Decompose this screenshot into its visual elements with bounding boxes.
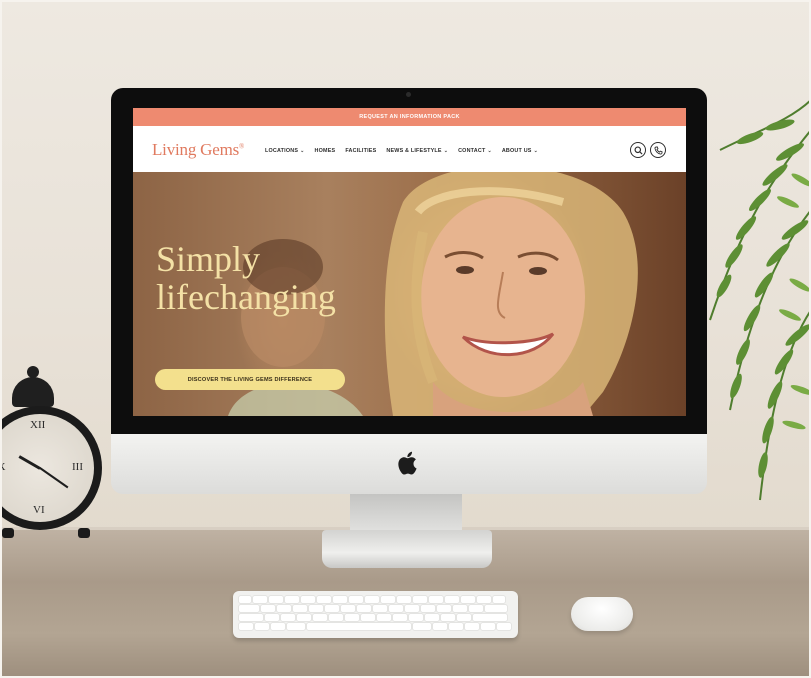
search-icon [633,145,643,155]
site-header: Living Gems® LOCATIONS ⌄ HOMES FACILITIE… [133,126,686,172]
phone-button[interactable] [650,142,666,158]
nav-item-news-lifestyle[interactable]: NEWS & LIFESTYLE ⌄ [386,148,448,154]
chevron-down-icon: ⌄ [533,148,538,154]
request-info-pack-bar[interactable]: REQUEST AN INFORMATION PACK [133,108,686,126]
discover-difference-button[interactable]: DISCOVER THE LIVING GEMS DIFFERENCE [155,369,345,390]
keyboard-row [239,605,507,612]
search-button[interactable] [630,142,646,158]
nav-item-locations[interactable]: LOCATIONS ⌄ [265,148,305,154]
phone-icon [654,145,663,154]
monitor-stand-base [322,530,492,568]
clock-numeral-6: VI [33,504,45,516]
logo-text: Living Gems [152,140,240,159]
hero-headline-line-2: lifechanging [156,277,336,317]
request-info-pack-link[interactable]: REQUEST AN INFORMATION PACK [359,114,460,120]
keyboard [233,591,518,638]
nav-item-label: NEWS & LIFESTYLE [386,148,442,154]
nav-item-homes[interactable]: HOMES [315,148,336,154]
nav-item-contact[interactable]: CONTACT ⌄ [458,148,492,154]
apple-logo-icon [398,451,417,475]
nav-item-label: ABOUT US [501,148,532,154]
clock-numeral-12: XII [30,419,46,431]
nav-item-label: CONTACT [458,148,486,154]
webcam [406,92,411,97]
clock-foot-left [2,528,14,538]
clock-numeral-3: III [72,461,83,473]
keyboard-row [239,596,505,603]
keyboard-row [239,623,511,630]
fern-plant [709,99,811,501]
nav-item-label: FACILITIES [345,148,377,154]
logo-registered-mark: ® [239,142,245,151]
site-logo[interactable]: Living Gems® [152,140,244,160]
chevron-down-icon: ⌄ [443,148,449,154]
clock-numeral-9: IX [0,461,6,473]
keyboard-row [239,614,507,621]
chevron-down-icon: ⌄ [300,148,305,154]
main-navigation: LOCATIONS ⌄ HOMES FACILITIES NEWS & LIFE… [265,148,538,154]
hero-headline: Simply lifechanging [156,240,336,316]
clock-hour-hand [18,455,41,470]
discover-difference-label: DISCOVER THE LIVING GEMS DIFFERENCE [187,376,313,383]
hero-headline-line-1: Simply [156,239,261,279]
clock-foot-right [78,528,90,538]
nav-item-about-us[interactable]: ABOUT US ⌄ [502,148,538,154]
nav-item-label: LOCATIONS [265,148,299,154]
monitor-screen: REQUEST AN INFORMATION PACK Living Gems®… [133,108,686,416]
chevron-down-icon: ⌄ [487,148,492,154]
nav-item-label: HOMES [314,148,336,154]
clock-minute-hand [39,467,69,489]
hero-banner: Simply lifechanging DISCOVER THE LIVING … [133,172,686,416]
nav-item-facilities[interactable]: FACILITIES [345,148,376,154]
magic-mouse [571,597,633,631]
monitor-stand-neck [350,494,462,534]
